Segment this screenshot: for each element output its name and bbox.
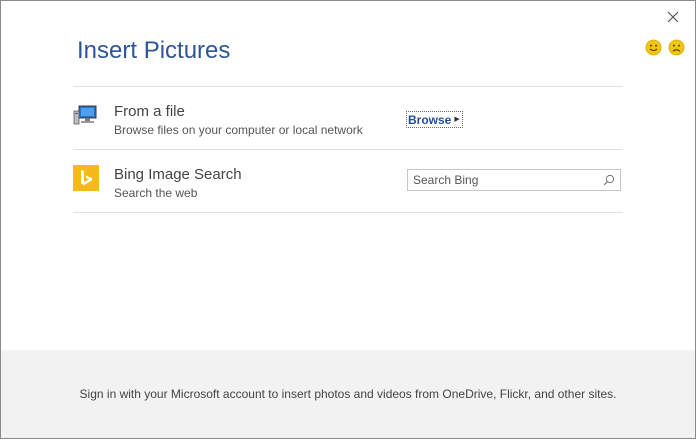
frown-icon[interactable] — [668, 39, 685, 56]
source-subtitle: Search the web — [114, 186, 198, 200]
close-icon[interactable] — [665, 9, 681, 25]
smile-icon[interactable] — [645, 39, 662, 56]
close-button[interactable] — [665, 9, 681, 25]
row-divider — [73, 149, 623, 150]
insert-pictures-dialog: Insert Pictures From a file Browse files… — [0, 0, 696, 439]
source-subtitle: Browse files on your computer or local n… — [114, 123, 363, 137]
bing-logo-icon — [73, 165, 99, 191]
caret-right-icon: ▶ — [454, 116, 460, 123]
search-icon[interactable] — [603, 174, 615, 186]
row-divider — [73, 86, 623, 87]
sign-in-message: Sign in with your Microsoft account to i… — [79, 387, 617, 401]
source-title: From a file — [114, 103, 185, 120]
browse-label: Browse — [408, 113, 452, 127]
dialog-title: Insert Pictures — [77, 37, 231, 64]
footer: Sign in with your Microsoft account to i… — [1, 350, 695, 438]
row-divider — [73, 212, 623, 213]
source-row-bing: Bing Image Search Search the web — [73, 151, 623, 211]
source-row-file: From a file Browse files on your compute… — [73, 88, 623, 148]
browse-button[interactable]: Browse ▶ — [406, 111, 463, 128]
computer-icon — [73, 105, 97, 125]
bing-search-input[interactable] — [408, 170, 603, 190]
bing-search-box — [407, 169, 621, 191]
feedback-buttons — [645, 39, 685, 56]
source-title: Bing Image Search — [114, 166, 242, 183]
